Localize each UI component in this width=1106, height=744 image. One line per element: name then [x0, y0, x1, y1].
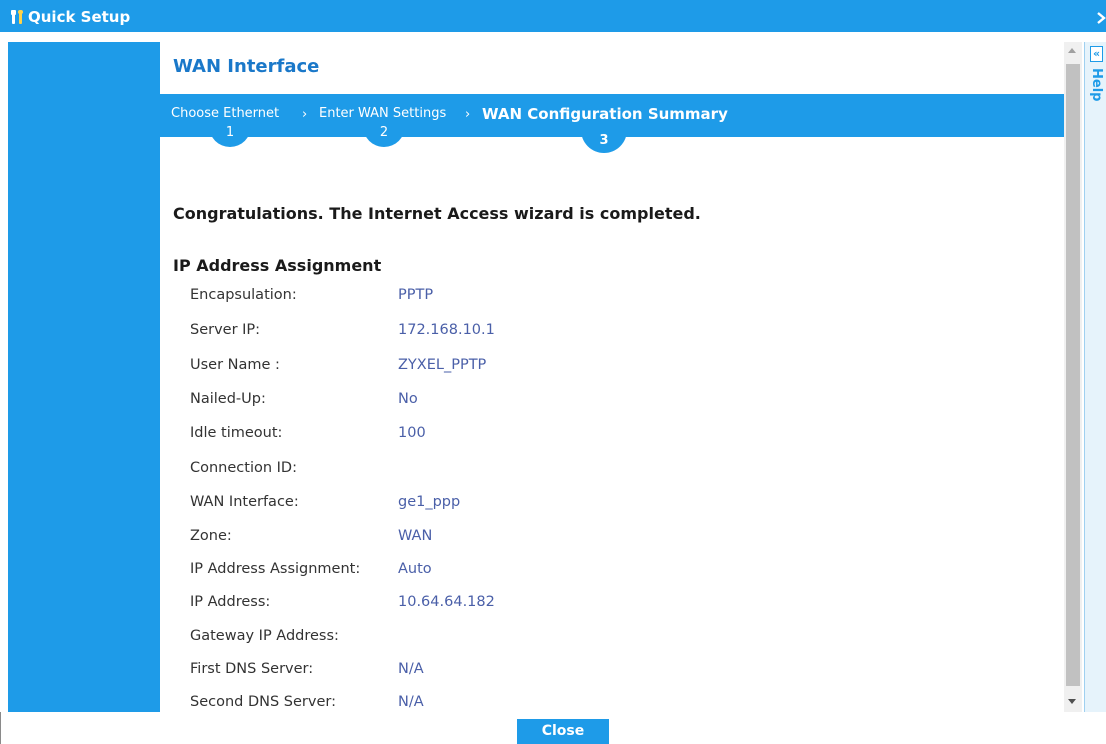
row-label: User Name : [190, 357, 280, 373]
summary-row: IP Address Assignment: Auto [190, 561, 790, 581]
window-title: Quick Setup [28, 8, 131, 26]
summary-row: Server IP: 172.168.10.1 [190, 322, 790, 342]
row-value: 100 [398, 425, 426, 441]
row-label: Zone: [190, 528, 232, 544]
help-label[interactable]: Help [1089, 68, 1104, 101]
help-panel-tab[interactable]: « Help [1084, 42, 1106, 712]
row-value: PPTP [398, 287, 434, 303]
page-title: WAN Interface [173, 56, 320, 77]
step-number-1: 1 [209, 123, 251, 147]
row-value: ge1_ppp [398, 494, 461, 510]
row-value: ZYXEL_PPTP [398, 357, 487, 373]
step-label-enter-wan-settings: Enter WAN Settings [319, 106, 447, 121]
wizard-content: WAN Interface Choose Ethernet › Enter WA… [160, 42, 1064, 712]
summary-row: Nailed-Up: No [190, 391, 790, 411]
step-label-choose-ethernet: Choose Ethernet [171, 106, 280, 121]
summary-row: Idle timeout: 100 [190, 425, 790, 445]
row-label: Second DNS Server: [190, 694, 336, 710]
row-value: WAN [398, 528, 433, 544]
summary-row: Second DNS Server: N/A [190, 694, 790, 712]
row-value: No [398, 391, 418, 407]
row-label: Nailed-Up: [190, 391, 266, 407]
completion-message: Congratulations. The Internet Access wiz… [173, 204, 701, 223]
row-value: 172.168.10.1 [398, 322, 495, 338]
summary-row: Encapsulation: PPTP [190, 287, 790, 307]
row-label: Server IP: [190, 322, 261, 338]
summary-row: First DNS Server: N/A [190, 661, 790, 681]
window-left-edge [0, 712, 1, 744]
chevron-right-icon: › [302, 107, 308, 122]
row-label: IP Address: [190, 594, 271, 610]
row-label: IP Address Assignment: [190, 561, 361, 577]
chevron-right-icon: › [465, 107, 471, 122]
vertical-scrollbar[interactable] [1064, 42, 1082, 712]
tools-icon [11, 10, 23, 24]
row-value: 10.64.64.182 [398, 594, 495, 610]
scroll-up-arrow-icon[interactable] [1068, 48, 1076, 53]
row-label: Idle timeout: [190, 425, 283, 441]
row-label: First DNS Server: [190, 661, 314, 677]
step-number-3-current: 3 [581, 123, 627, 153]
double-chevron-left-icon[interactable]: « [1090, 46, 1103, 62]
expand-icon[interactable] [1096, 11, 1106, 25]
row-label: Encapsulation: [190, 287, 297, 303]
left-panel [8, 42, 160, 712]
summary-row: Connection ID: [190, 460, 790, 480]
row-label: Gateway IP Address: [190, 628, 339, 644]
summary-row: Zone: WAN [190, 528, 790, 548]
row-label: Connection ID: [190, 460, 297, 476]
row-label: WAN Interface: [190, 494, 299, 510]
section-title: IP Address Assignment [173, 256, 382, 275]
step-label-wan-configuration-summary: WAN Configuration Summary [482, 105, 728, 123]
row-value: N/A [398, 694, 424, 710]
step-number-2: 2 [363, 123, 405, 147]
summary-row: IP Address: 10.64.64.182 [190, 594, 790, 614]
close-button[interactable]: Close [517, 719, 609, 744]
summary-row: Gateway IP Address: [190, 628, 790, 648]
row-value: Auto [398, 561, 432, 577]
row-value: N/A [398, 661, 424, 677]
summary-row: WAN Interface: ge1_ppp [190, 494, 790, 514]
scrollbar-thumb[interactable] [1066, 64, 1080, 686]
title-bar: Quick Setup [0, 0, 1106, 32]
summary-row: User Name : ZYXEL_PPTP [190, 357, 790, 377]
scroll-down-arrow-icon[interactable] [1068, 699, 1076, 704]
